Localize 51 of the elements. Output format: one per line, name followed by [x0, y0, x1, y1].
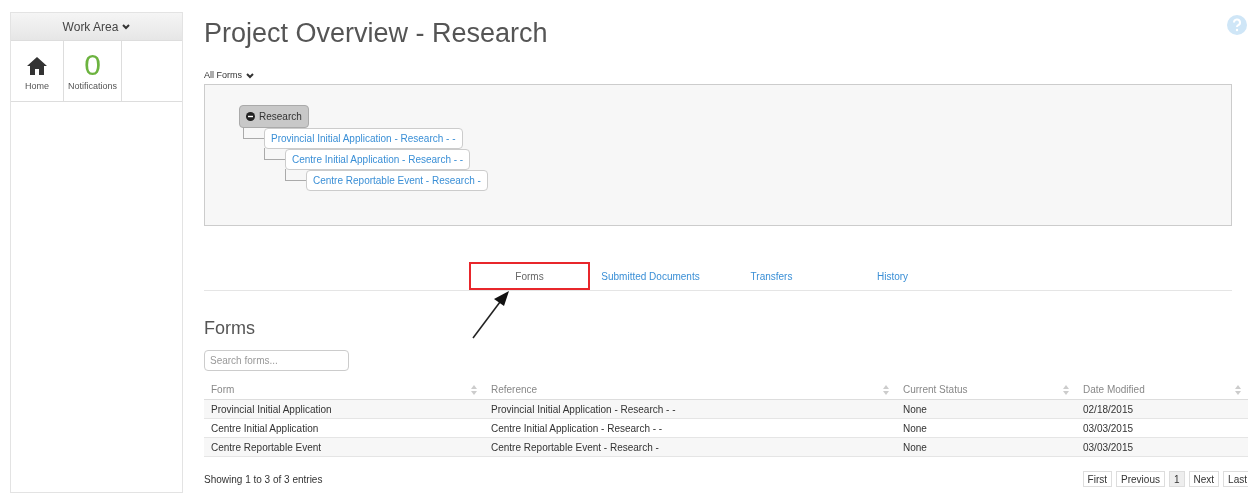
- sort-icon[interactable]: [883, 384, 889, 395]
- tree-node-link[interactable]: Centre Initial Application - Research - -: [285, 149, 471, 171]
- tree-root-node[interactable]: Research: [239, 105, 309, 129]
- tile-label: Notifications: [68, 79, 118, 93]
- column-header[interactable]: Date Modified: [1083, 382, 1145, 398]
- tree-node-link[interactable]: Centre Reportable Event - Research -: [306, 170, 488, 192]
- page-title: Project Overview - Research: [204, 17, 548, 50]
- table-cell: Centre Initial Application - Research - -: [491, 422, 663, 434]
- column-header[interactable]: Form: [211, 382, 235, 398]
- notification-count: 0: [84, 49, 101, 80]
- tab[interactable]: History: [832, 262, 953, 291]
- table-cell: Centre Reportable Event - Research -: [491, 441, 659, 453]
- section-title: Forms: [204, 317, 256, 341]
- pagination-button[interactable]: First: [1082, 471, 1113, 488]
- home-icon: [26, 55, 48, 76]
- column-header[interactable]: Current Status: [903, 382, 968, 398]
- tab[interactable]: Forms: [469, 262, 590, 291]
- tab[interactable]: Transfers: [711, 262, 832, 291]
- work-area-header[interactable]: Work Area: [11, 13, 182, 41]
- tile-label: Home: [25, 79, 49, 93]
- table-cell: None: [903, 403, 927, 415]
- table-cell: None: [903, 422, 927, 434]
- column-header[interactable]: Reference: [491, 382, 538, 398]
- table-cell: Centre Reportable Event: [211, 441, 322, 453]
- tab[interactable]: Submitted Documents: [590, 262, 711, 291]
- tree-node-link[interactable]: Provincial Initial Application - Research - -: [264, 128, 463, 150]
- table-cell: Provincial Initial Application - Research - -: [491, 403, 676, 415]
- sort-icon[interactable]: [1235, 384, 1241, 395]
- pagination-button[interactable]: Next: [1188, 471, 1220, 488]
- home-tile[interactable]: Home: [11, 41, 64, 101]
- chevron-down-icon: [122, 23, 131, 30]
- pagination-button[interactable]: 1: [1168, 471, 1185, 488]
- sort-icon[interactable]: [471, 384, 477, 395]
- collapse-icon[interactable]: [246, 112, 255, 122]
- table-cell: Centre Initial Application: [211, 422, 319, 434]
- help-icon[interactable]: [1227, 15, 1247, 35]
- pagination-button[interactable]: Previous: [1116, 471, 1165, 488]
- pagination-button[interactable]: Last: [1223, 471, 1248, 488]
- chevron-down-icon: [246, 72, 254, 79]
- work-area-label: Work Area: [62, 18, 119, 36]
- search-field[interactable]: Search forms...: [204, 350, 349, 372]
- table-cell: None: [903, 441, 927, 453]
- table-cell: 03/03/2015: [1083, 422, 1134, 434]
- annotation-arrow: [472, 290, 512, 340]
- entries-info: Showing 1 to 3 of 3 entries: [204, 472, 323, 487]
- all-forms-filter[interactable]: All Forms: [204, 68, 242, 83]
- table-cell: 03/03/2015: [1083, 441, 1134, 453]
- table-cell: Provincial Initial Application: [211, 403, 332, 415]
- sort-icon[interactable]: [1063, 384, 1069, 395]
- table-cell: 02/18/2015: [1083, 403, 1134, 415]
- notifications-tile[interactable]: 0 Notifications: [64, 41, 123, 101]
